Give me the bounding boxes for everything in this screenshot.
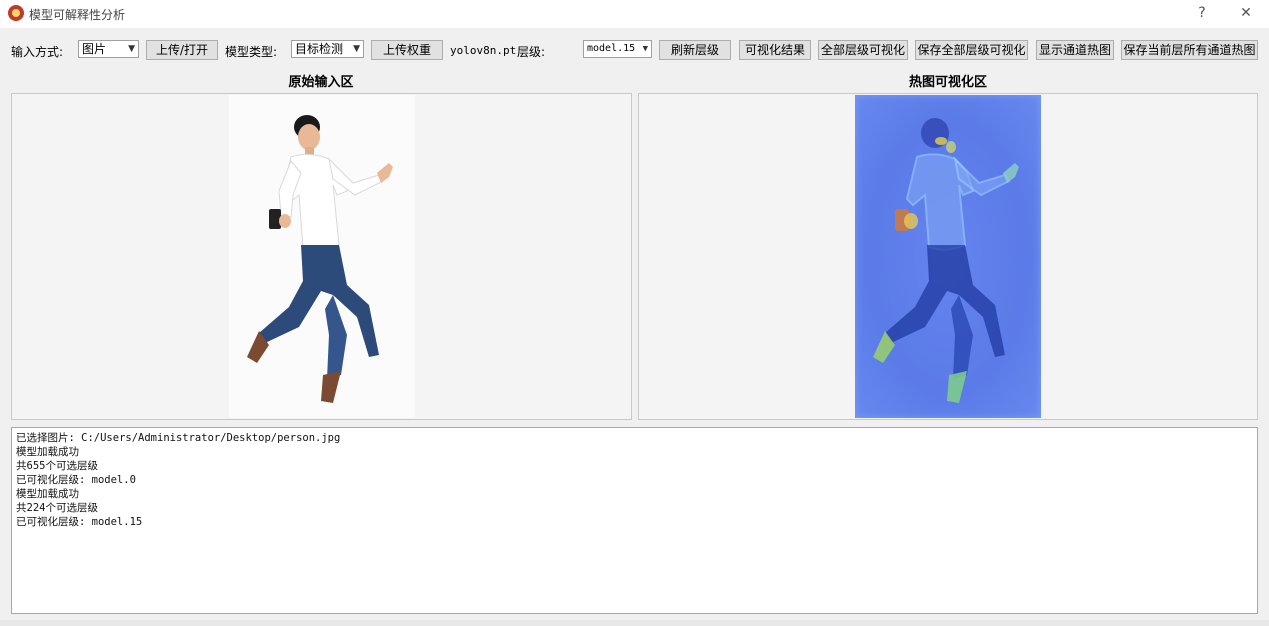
log-line: 共655个可选层级	[16, 460, 98, 472]
original-input-panel	[11, 93, 632, 420]
save-current-layer-channels-button[interactable]: 保存当前层所有通道热图	[1121, 40, 1258, 60]
jumping-person-photo	[247, 115, 393, 403]
toolbar: 输入方式: 图片 ▼ 上传/打开 模型类型: 目标检测 ▼ 上传权重 yolov…	[0, 38, 1269, 64]
input-mode-select[interactable]: 图片 ▼	[78, 40, 139, 58]
input-mode-value: 图片	[82, 42, 107, 56]
chevron-down-icon: ▼	[128, 44, 135, 54]
log-line: 共224个可选层级	[16, 502, 98, 514]
log-line: 模型加载成功	[16, 488, 79, 500]
log-output[interactable]: 已选择图片: C:/Users/Administrator/Desktop/pe…	[11, 427, 1258, 614]
log-line: 已可视化层级: model.15	[16, 516, 143, 528]
title-bar: 模型可解释性分析 ? ✕	[0, 0, 1269, 28]
window-title: 模型可解释性分析	[29, 8, 126, 22]
model-type-label: 模型类型:	[225, 45, 278, 59]
layer-select[interactable]: model.15 ▼	[583, 40, 652, 58]
weights-filename: yolov8n.pt	[450, 44, 517, 57]
input-mode-label: 输入方式:	[11, 45, 64, 59]
model-type-select[interactable]: 目标检测 ▼	[291, 40, 364, 58]
log-line: 模型加载成功	[16, 446, 79, 458]
heatmap-area-title: 热图可视化区	[908, 75, 987, 90]
original-area-title: 原始输入区	[288, 75, 354, 90]
model-type-value: 目标检测	[295, 42, 344, 56]
help-button[interactable]: ?	[1191, 3, 1213, 23]
heatmap-image	[855, 95, 1041, 418]
log-line: 已可视化层级: model.0	[16, 474, 136, 486]
upload-open-button[interactable]: 上传/打开	[146, 40, 218, 60]
upload-weights-button[interactable]: 上传权重	[371, 40, 443, 60]
visualize-result-button[interactable]: 可视化结果	[739, 40, 811, 60]
original-image	[229, 95, 415, 418]
app-logo-icon	[8, 5, 24, 21]
layer-value: model.15	[587, 43, 636, 54]
save-all-layers-button[interactable]: 保存全部层级可视化	[915, 40, 1028, 60]
show-channel-heatmap-button[interactable]: 显示通道热图	[1036, 40, 1114, 60]
chevron-down-icon: ▼	[642, 44, 648, 54]
close-button[interactable]: ✕	[1235, 3, 1257, 23]
layer-label: 层级:	[517, 45, 546, 59]
window-bottom-edge	[0, 620, 1269, 626]
heatmap-overlay	[855, 95, 1041, 418]
visualize-all-layers-button[interactable]: 全部层级可视化	[818, 40, 908, 60]
heatmap-panel	[638, 93, 1258, 420]
log-line: 已选择图片: C:/Users/Administrator/Desktop/pe…	[16, 432, 341, 444]
refresh-layers-button[interactable]: 刷新层级	[659, 40, 731, 60]
chevron-down-icon: ▼	[353, 44, 360, 54]
